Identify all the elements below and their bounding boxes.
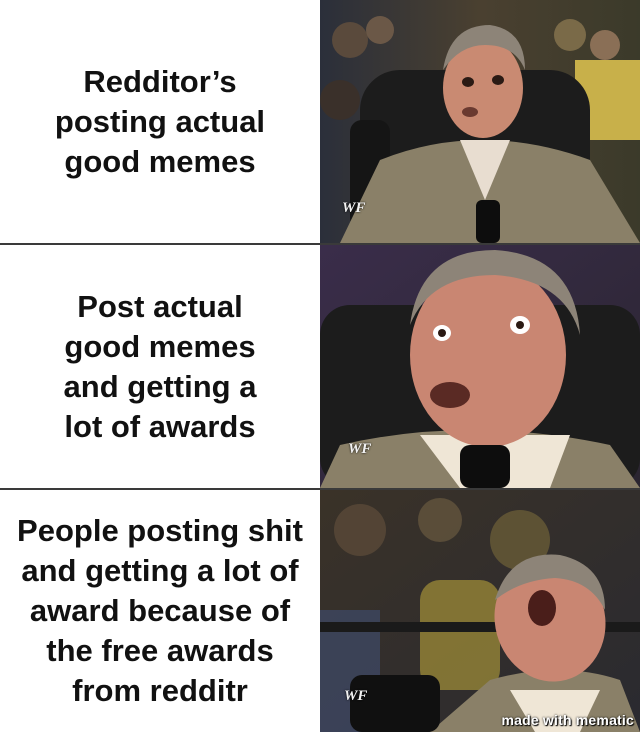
- caption-1: Redditor’s posting actual good memes: [54, 63, 266, 179]
- reaction-image-2: WF: [320, 245, 640, 488]
- head-back-ecstatic-man-icon: [320, 490, 640, 732]
- caption-2: Post actual good memes and getting a lot…: [63, 288, 257, 444]
- wwf-logo: WF: [348, 441, 372, 457]
- caption-panel-2: Post actual good memes and getting a lot…: [0, 245, 320, 488]
- caption-panel-1: Redditor’s posting actual good memes: [0, 0, 320, 243]
- meme-row-3: People posting shit and getting a lot of…: [0, 490, 640, 732]
- caption-3: People posting shit and getting a lot of…: [17, 513, 303, 708]
- mildly-surprised-man-in-chair-icon: [320, 0, 640, 243]
- reaction-image-3: WF made with mematic: [320, 490, 640, 732]
- reaction-image-1: WF: [320, 0, 640, 243]
- meme-row-1: Redditor’s posting actual good memes WF: [0, 0, 640, 243]
- mematic-watermark: made with mematic: [501, 712, 634, 728]
- wwf-logo: WF: [344, 688, 368, 704]
- meme-image: Redditor’s posting actual good memes WF …: [0, 0, 640, 732]
- caption-panel-3: People posting shit and getting a lot of…: [0, 490, 320, 732]
- wwf-logo: WF: [342, 200, 366, 216]
- meme-row-2: Post actual good memes and getting a lot…: [0, 245, 640, 488]
